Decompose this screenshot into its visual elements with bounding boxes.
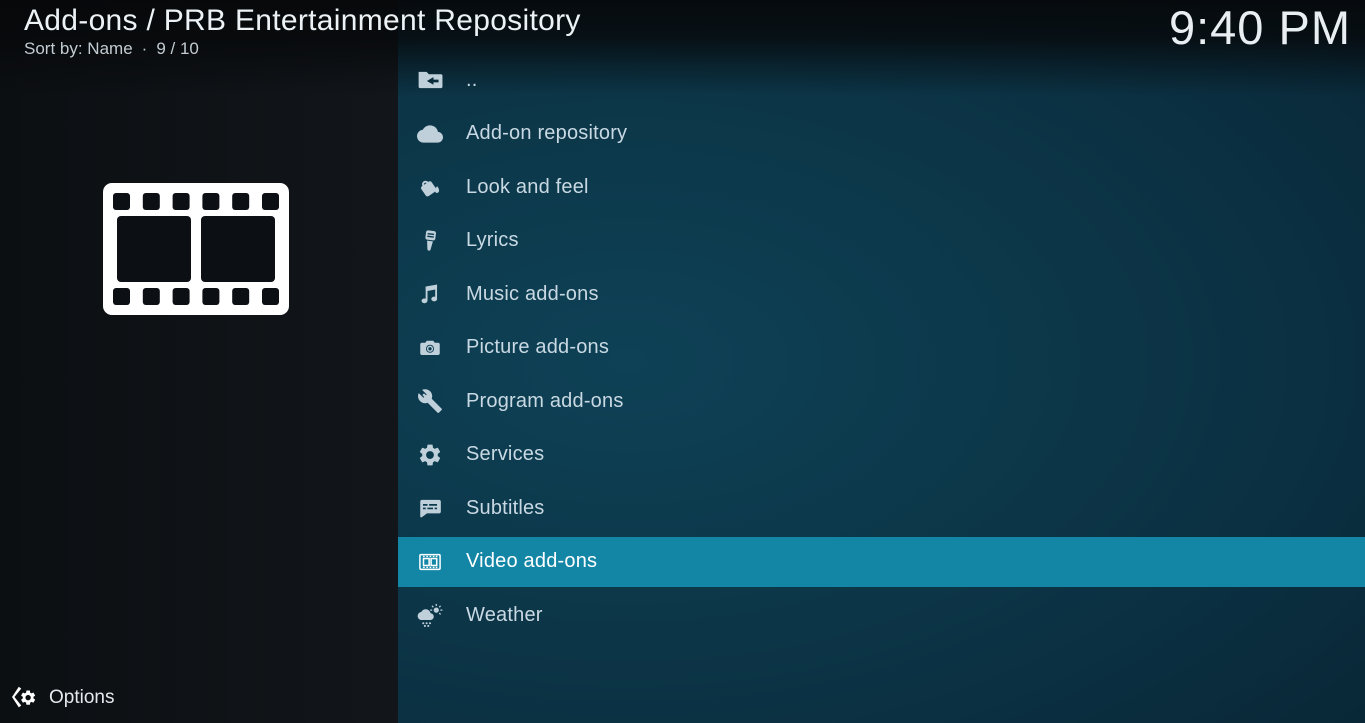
gear-icon — [417, 442, 443, 468]
list-item-picture-addons[interactable]: Picture add-ons — [398, 323, 1365, 373]
list-item-label: Lyrics — [466, 229, 519, 252]
folder-back-icon — [417, 67, 443, 93]
list-item-subtitles[interactable]: Subtitles — [398, 483, 1365, 533]
list-item-label: Picture add-ons — [466, 336, 609, 359]
filmstrip-poster-icon — [103, 183, 289, 315]
list-item-services[interactable]: Services — [398, 430, 1365, 480]
list-item-label: Video add-ons — [466, 550, 597, 573]
paint-bucket-icon — [417, 174, 443, 200]
list-item-lyrics[interactable]: Lyrics — [398, 216, 1365, 266]
options-button-label: Options — [49, 687, 114, 709]
cloud-icon — [417, 121, 443, 147]
wrench-screwdriver-icon — [417, 388, 443, 414]
camera-icon — [417, 335, 443, 361]
list-item-video-addons[interactable]: Video add-ons — [398, 537, 1365, 587]
left-panel — [0, 0, 398, 723]
list-item-label: .. — [466, 69, 478, 92]
options-icon — [10, 684, 37, 711]
item-position: 9 / 10 — [156, 39, 199, 59]
list-item-label: Add-on repository — [466, 122, 627, 145]
sort-status: Sort by: Name · 9 / 10 — [24, 39, 199, 59]
list-item-label: Subtitles — [466, 497, 545, 520]
separator-dot: · — [142, 39, 148, 59]
clock: 9:40 PM — [1169, 0, 1351, 55]
list-item-up[interactable]: .. — [398, 55, 1365, 105]
filmstrip-icon — [417, 549, 443, 575]
list-item-label: Look and feel — [466, 176, 589, 199]
list-item-label: Music add-ons — [466, 283, 599, 306]
sort-by-label: Sort by: Name — [24, 39, 133, 59]
list-item-program-addons[interactable]: Program add-ons — [398, 376, 1365, 426]
options-button[interactable]: Options — [10, 684, 114, 711]
list-item-label: Services — [466, 443, 544, 466]
list-item-look-and-feel[interactable]: Look and feel — [398, 162, 1365, 212]
microphone-icon — [417, 228, 443, 254]
list-item-addon-repository[interactable]: Add-on repository — [398, 109, 1365, 159]
list-item-weather[interactable]: Weather — [398, 590, 1365, 640]
addon-category-list: .. Add-on repository Look and feel — [398, 55, 1365, 644]
kodi-screen: Add-ons / PRB Entertainment Repository S… — [0, 0, 1365, 723]
weather-cloud-sun-icon — [417, 602, 443, 628]
page-title: Add-ons / PRB Entertainment Repository — [24, 4, 581, 38]
list-item-label: Program add-ons — [466, 390, 624, 413]
list-item-music-addons[interactable]: Music add-ons — [398, 269, 1365, 319]
music-note-icon — [417, 281, 443, 307]
subtitles-icon — [417, 495, 443, 521]
list-item-label: Weather — [466, 604, 543, 627]
